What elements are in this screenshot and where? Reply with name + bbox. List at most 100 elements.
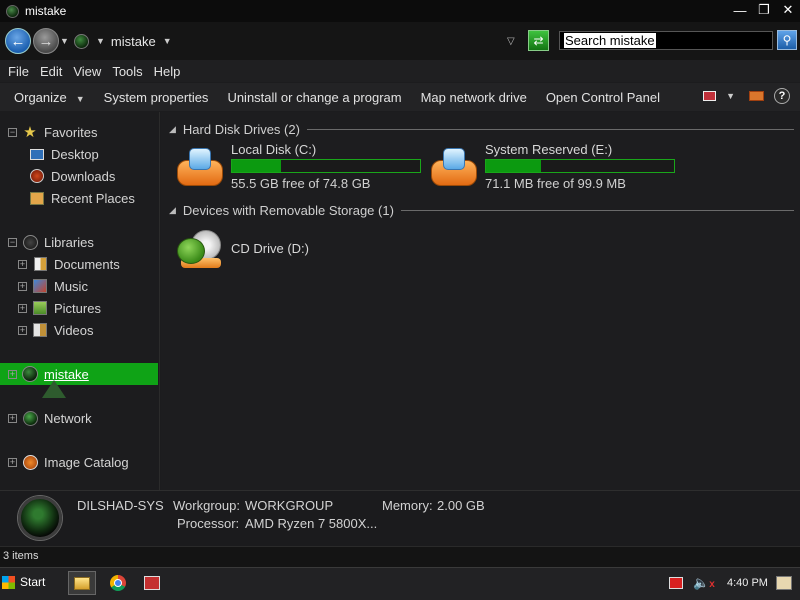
breadcrumb-chevron-icon[interactable]: ▼: [163, 36, 172, 46]
organize-button[interactable]: Organize ▼: [14, 90, 85, 105]
sidebar-item-label: Recent Places: [51, 190, 135, 206]
cd-drive-icon: [177, 230, 223, 270]
taskbar-chrome-button[interactable]: [104, 571, 132, 595]
command-bar: Organize ▼ System properties Uninstall or…: [0, 83, 800, 111]
sidebar-item-computer[interactable]: + mistake: [0, 363, 158, 385]
group-header-label: Devices with Removable Storage (1): [182, 202, 394, 218]
drive-item-local-disk-c[interactable]: Local Disk (C:) 55.5 GB free of 74.8 GB: [177, 142, 427, 194]
workgroup-value: WORKGROUP: [245, 498, 334, 513]
expand-icon[interactable]: +: [18, 259, 27, 269]
breadcrumb-root-chevron-icon[interactable]: ▼: [96, 36, 105, 46]
breadcrumb-item[interactable]: mistake: [111, 34, 156, 49]
computer-large-icon: [18, 496, 62, 540]
map-network-drive-button[interactable]: Map network drive: [421, 90, 527, 105]
back-arrow-icon: ←: [10, 32, 26, 50]
image-catalog-icon: [22, 454, 38, 470]
sidebar-item-pictures[interactable]: + Pictures: [0, 297, 158, 319]
sidebar-item-label: Desktop: [51, 146, 99, 162]
address-history-dropdown[interactable]: ▽: [507, 36, 515, 47]
menu-tools[interactable]: Tools: [112, 64, 142, 79]
preview-pane-icon[interactable]: [749, 91, 764, 101]
taskbar-explorer-button[interactable]: [68, 571, 96, 595]
chrome-icon: [110, 575, 126, 591]
sidebar-item-label: Pictures: [54, 300, 101, 316]
sidebar-item-label: Favorites: [44, 124, 98, 140]
start-button[interactable]: Start: [2, 571, 52, 593]
menu-bar: File Edit View Tools Help: [0, 60, 800, 82]
pictures-icon: [32, 300, 48, 316]
help-icon[interactable]: ?: [774, 88, 790, 104]
drive-item-system-reserved-e[interactable]: System Reserved (E:) 71.1 MB free of 99.…: [431, 142, 681, 194]
tray-volume-muted-icon[interactable]: 🔈x: [693, 575, 715, 591]
sidebar-item-label: Libraries: [44, 234, 94, 250]
hard-disk-icon: [177, 148, 223, 188]
expand-icon[interactable]: +: [18, 325, 27, 335]
restore-button[interactable]: ❐: [752, 0, 776, 20]
computer-icon: [74, 33, 89, 49]
star-icon: ★: [23, 124, 37, 141]
search-input[interactable]: Search mistake: [559, 31, 773, 50]
sidebar-item-label: Image Catalog: [44, 454, 129, 470]
search-icon: ⚲: [782, 33, 792, 47]
expand-icon[interactable]: +: [18, 281, 27, 291]
hard-disk-icon: [431, 148, 477, 188]
tray-monitor-icon[interactable]: [669, 577, 683, 589]
drive-name: Local Disk (C:): [231, 142, 317, 157]
drive-name: System Reserved (E:): [485, 142, 613, 157]
sidebar-item-image-catalog[interactable]: + Image Catalog: [0, 451, 158, 473]
system-properties-button[interactable]: System properties: [104, 90, 209, 105]
menu-file[interactable]: File: [8, 64, 29, 79]
window-title: mistake: [25, 4, 67, 18]
search-button[interactable]: ⚲: [777, 30, 797, 50]
menu-help[interactable]: Help: [154, 64, 181, 79]
sidebar-item-downloads[interactable]: Downloads: [0, 165, 158, 187]
address-bar[interactable]: ▼ mistake ▼: [74, 31, 172, 51]
group-header-label: Hard Disk Drives (2): [182, 121, 300, 137]
menu-view[interactable]: View: [73, 64, 101, 79]
close-icon: ✕: [782, 2, 794, 17]
close-button[interactable]: ✕: [776, 0, 800, 20]
collapse-icon[interactable]: −: [8, 237, 17, 247]
memory-label: Memory:: [382, 498, 433, 513]
desktop-icon: [29, 146, 45, 162]
capacity-bar-fill: [486, 160, 541, 172]
group-header-hard-disk-drives[interactable]: ◢ Hard Disk Drives (2): [169, 120, 794, 138]
group-header-removable-storage[interactable]: ◢ Devices with Removable Storage (1): [169, 201, 794, 219]
capacity-bar-fill: [232, 160, 281, 172]
sidebar-item-documents[interactable]: + Documents: [0, 253, 158, 275]
taskbar-app-button[interactable]: [138, 571, 166, 595]
divider: [306, 128, 794, 130]
refresh-button[interactable]: ⇄: [528, 30, 549, 51]
change-view-icon[interactable]: [703, 91, 717, 101]
organize-label: Organize: [14, 89, 67, 105]
expand-icon[interactable]: +: [8, 413, 17, 423]
network-icon: [22, 410, 38, 426]
recent-pages-dropdown[interactable]: ▼: [60, 36, 69, 46]
expand-icon[interactable]: +: [18, 303, 27, 313]
back-button[interactable]: ←: [5, 28, 31, 54]
sidebar-item-recent-places[interactable]: Recent Places: [0, 187, 158, 209]
app-icon: [6, 4, 19, 18]
sidebar-item-favorites[interactable]: − ★ Favorites: [0, 121, 158, 143]
view-options-dropdown[interactable]: ▼: [726, 91, 735, 101]
sidebar-item-music[interactable]: + Music: [0, 275, 158, 297]
capacity-bar: [485, 159, 675, 173]
sidebar-item-network[interactable]: + Network: [0, 407, 158, 429]
windows-logo-icon: [2, 575, 15, 589]
menu-edit[interactable]: Edit: [40, 64, 62, 79]
forward-button[interactable]: →: [33, 28, 59, 54]
minimize-button[interactable]: —: [728, 0, 752, 20]
clock[interactable]: 4:40 PM: [727, 577, 768, 589]
uninstall-program-button[interactable]: Uninstall or change a program: [227, 90, 401, 105]
capacity-bar: [231, 159, 421, 173]
drive-item-cd-drive-d[interactable]: CD Drive (D:): [177, 224, 377, 276]
sidebar-item-libraries[interactable]: − Libraries: [0, 231, 158, 253]
sidebar-item-videos[interactable]: + Videos: [0, 319, 158, 341]
sidebar-item-label: Music: [54, 278, 88, 294]
open-control-panel-button[interactable]: Open Control Panel: [546, 90, 660, 105]
collapse-icon[interactable]: −: [8, 127, 17, 137]
tray-show-desktop-icon[interactable]: [776, 576, 792, 590]
expand-icon[interactable]: +: [8, 457, 17, 467]
expand-icon[interactable]: +: [8, 369, 17, 379]
sidebar-item-desktop[interactable]: Desktop: [0, 143, 158, 165]
